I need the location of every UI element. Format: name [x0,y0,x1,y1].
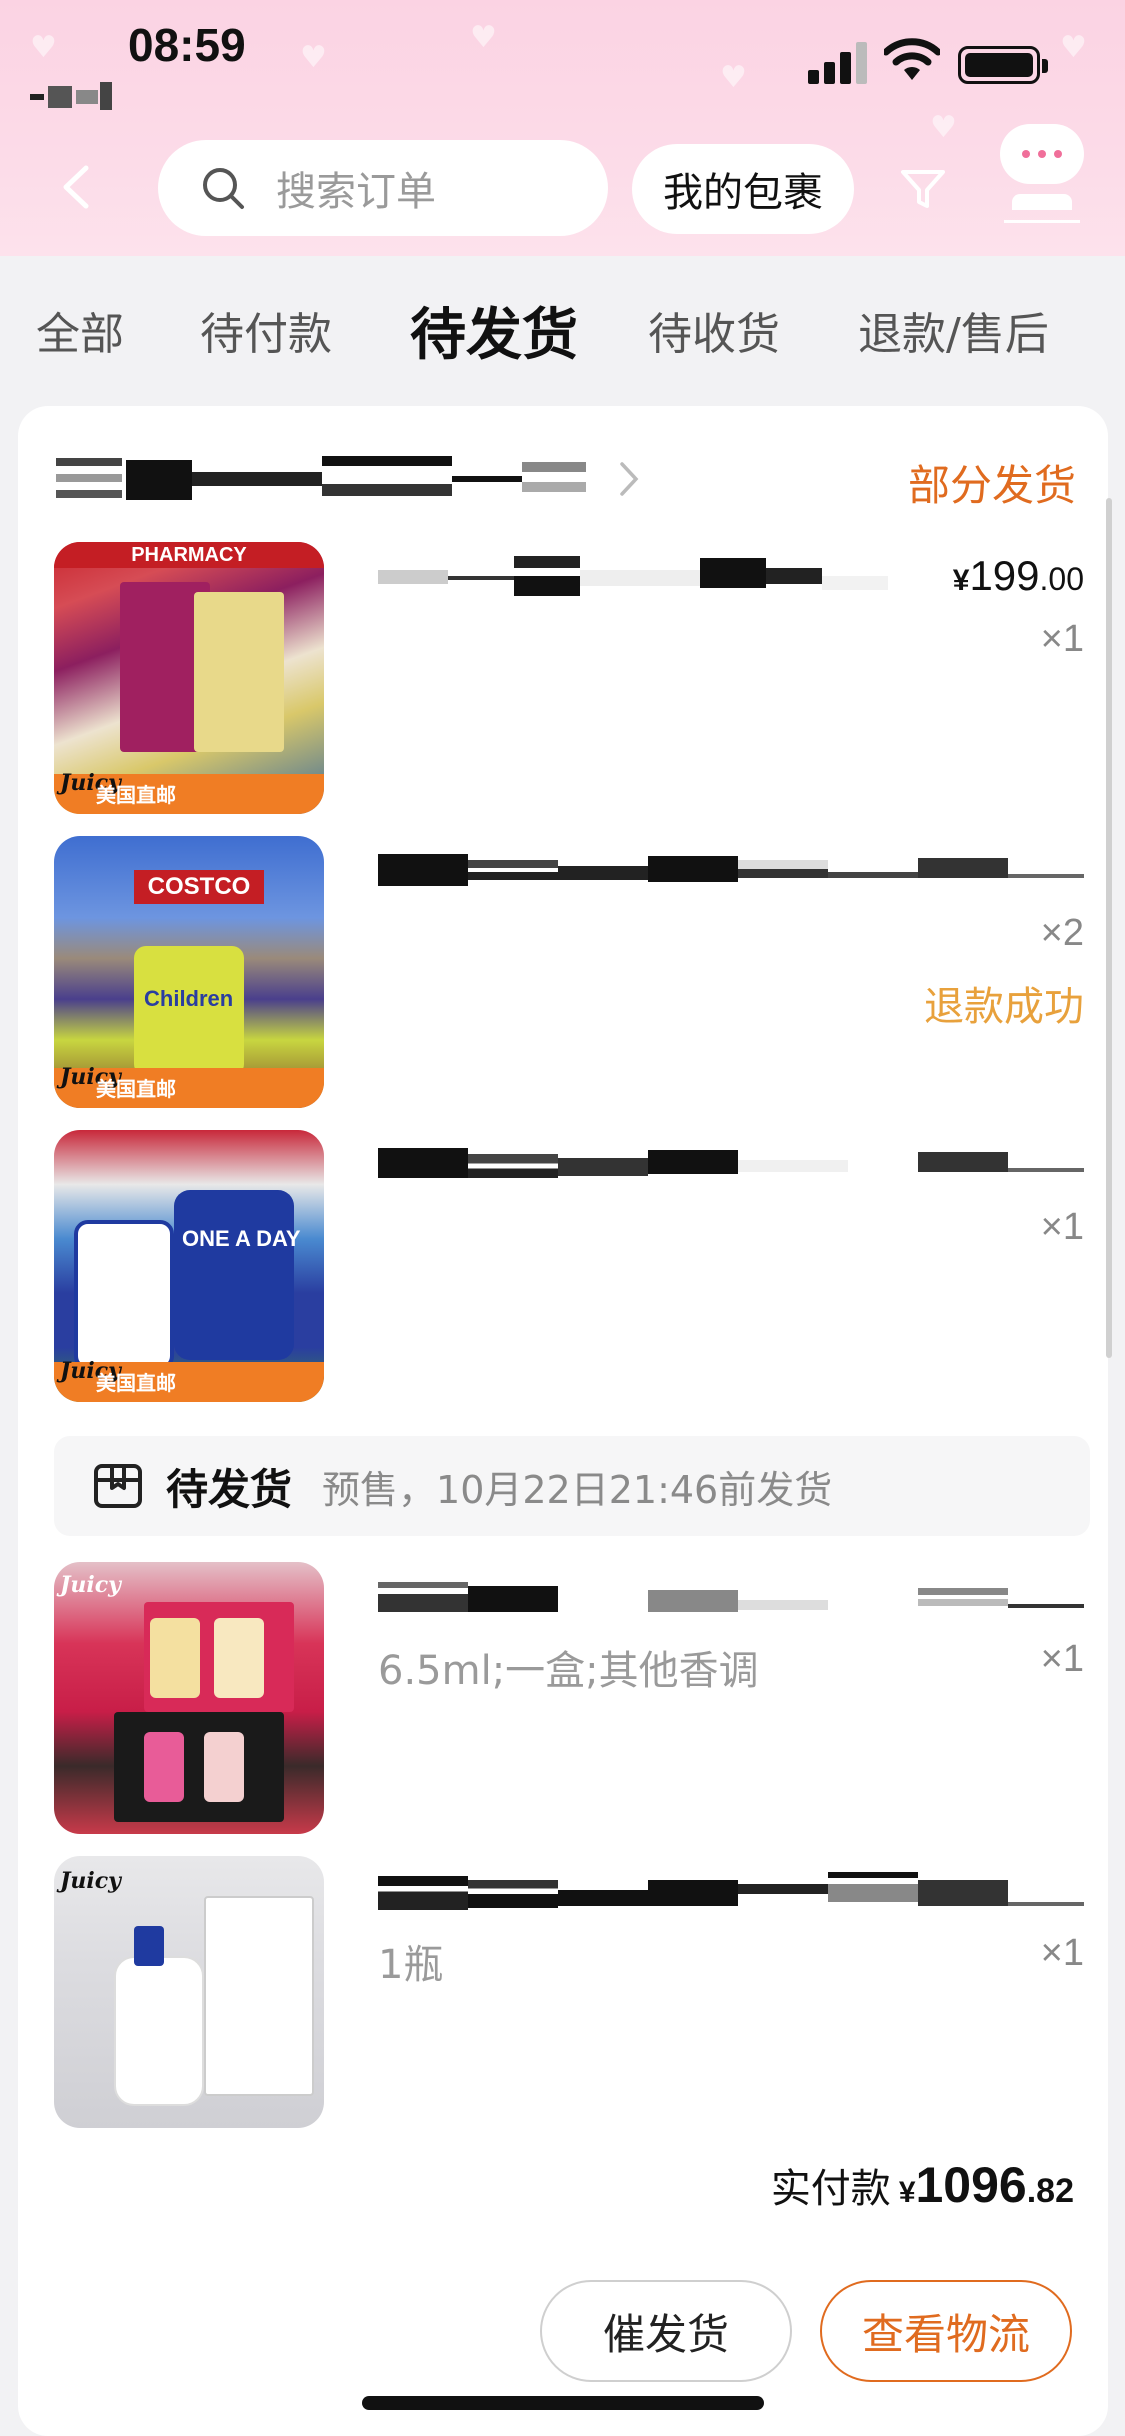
item-quantity: ×1 [1040,618,1084,660]
product-thumbnail: Juicy [54,1856,324,2128]
shop-header[interactable]: 部分发货 [56,446,1076,516]
order-item[interactable]: COSTCO Children Juicy 美国直邮 ×2 退款成功 [54,836,1084,1108]
item-spec: 1瓶 [378,1942,444,1988]
item-spec: 6.5ml;一盒;其他香调 [378,1648,759,1694]
product-title-redacted [378,1870,1084,1914]
header-bar: ♥ ♥ ♥ ♥ ♥ ♥ 08:59 搜索订单 我的包裹 [0,0,1125,256]
package-box-icon [94,1464,142,1508]
tab-all[interactable]: 全部 [36,298,124,362]
product-thumbnail: COSTCO Children Juicy 美国直邮 [54,836,324,1108]
total-paid: 实付款 ¥1096.82 [770,2157,1074,2213]
order-item[interactable]: ONE A DAY Juicy 美国直邮 ×1 [54,1130,1084,1402]
shipping-group-bar: 待发货 预售，10月22日21:46前发货 [54,1436,1090,1536]
order-search-input[interactable]: 搜索订单 [158,140,608,236]
tab-refund-aftersale[interactable]: 退款/售后 [858,298,1049,362]
order-item[interactable]: PHARMACY Juicy 美国直邮 ¥199.00 ×1 [54,542,1084,814]
total-paid-label: 实付款 [770,2166,891,2212]
heart-decoration: ♥ [1060,30,1087,65]
order-card: 部分发货 PHARMACY Juicy 美国直邮 ¥199.00 ×1 COST… [18,406,1108,2436]
item-quantity: ×1 [1040,1932,1084,1974]
home-indicator[interactable] [362,2396,764,2410]
search-placeholder: 搜索订单 [276,169,436,215]
refund-status-label: 退款成功 [924,984,1084,1030]
tab-pending-receipt[interactable]: 待收货 [648,298,780,362]
chevron-right-icon [620,462,639,496]
product-thumbnail: PHARMACY Juicy 美国直邮 [54,542,324,814]
item-price: ¥199.00 [952,552,1084,599]
more-menu-button[interactable] [1000,124,1084,224]
product-thumbnail: ONE A DAY Juicy 美国直邮 [54,1130,324,1402]
order-item[interactable]: Juicy 6.5ml;一盒;其他香调 ×1 [54,1562,1084,1834]
back-arrow-icon[interactable] [56,162,96,212]
presale-shipping-note: 预售，10月22日21:46前发货 [322,1467,833,1512]
more-dots-icon [1000,124,1084,184]
item-quantity: ×2 [1040,912,1084,954]
view-logistics-button[interactable]: 查看物流 [820,2280,1072,2382]
tab-pending-payment[interactable]: 待付款 [200,298,332,362]
heart-decoration: ♥ [930,110,957,145]
battery-icon [958,46,1048,84]
order-status-label: 部分发货 [907,461,1076,510]
product-thumbnail: Juicy [54,1562,324,1834]
product-title-redacted [378,1144,1084,1188]
my-packages-button[interactable]: 我的包裹 [632,144,854,234]
scrollbar[interactable] [1106,498,1112,1358]
order-item[interactable]: Juicy 1瓶 ×1 [54,1856,1084,2128]
search-icon [203,168,244,209]
heart-decoration: ♥ [300,40,327,75]
filter-icon[interactable] [898,164,948,214]
heart-decoration: ♥ [30,30,57,65]
cellular-signal-icon [808,40,870,84]
shop-name-redacted [56,454,606,504]
urge-shipment-button[interactable]: 催发货 [540,2280,792,2382]
tab-pending-shipment[interactable]: 待发货 [410,290,578,371]
wifi-icon [884,38,940,80]
product-title-redacted [378,850,1084,894]
heart-decoration: ♥ [470,20,497,55]
product-title-redacted [378,1576,1084,1620]
heart-decoration: ♥ [720,60,747,95]
shipping-group-status: 待发货 [166,1464,293,1514]
status-time: 08:59 [128,19,246,71]
order-tabs: 全部 待付款 待发货 待收货 退款/售后 [0,256,1125,406]
item-quantity: ×1 [1040,1638,1084,1680]
item-quantity: ×1 [1040,1206,1084,1248]
status-carrier-redacted [30,82,116,112]
